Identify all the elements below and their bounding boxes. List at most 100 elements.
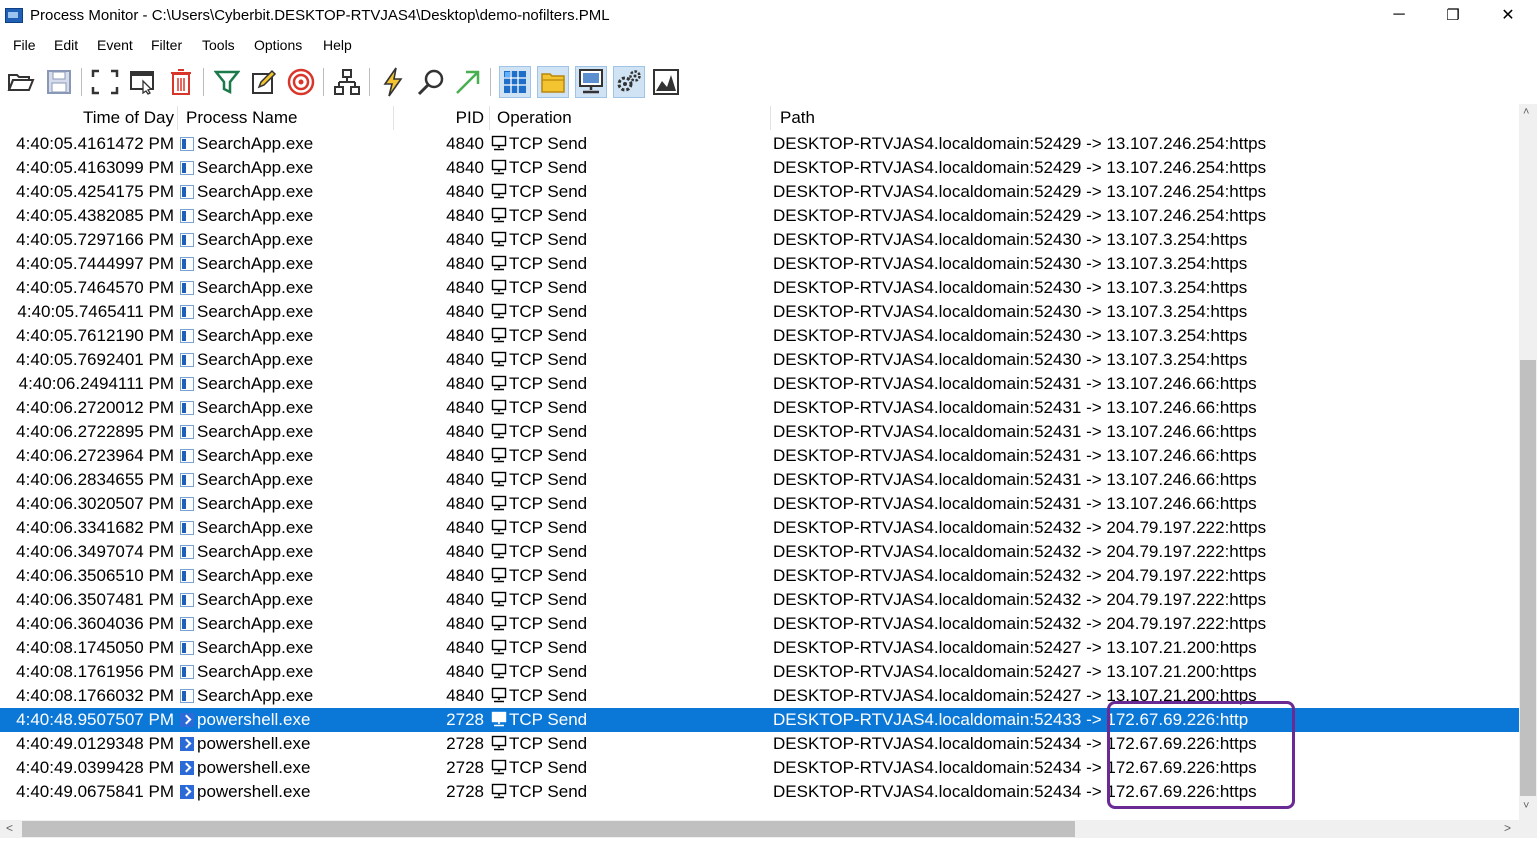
profiling-icon[interactable] [650, 66, 682, 98]
table-row[interactable]: 4:40:08.1745050 PM SearchApp.exe 4840 TCP S… [0, 636, 1519, 660]
table-row[interactable]: 4:40:48.9507507 PM powershell.exe 2728 TCP … [0, 708, 1519, 732]
scroll-left-icon[interactable]: < [6, 821, 13, 835]
process-cell: SearchApp.exe [180, 396, 395, 420]
scroll-right-icon[interactable]: > [1504, 821, 1511, 835]
table-row[interactable]: 4:40:05.7444997 PM SearchApp.exe 4840 TCP S… [0, 252, 1519, 276]
restore-button[interactable]: ❐ [1430, 0, 1476, 30]
find-icon[interactable] [415, 66, 447, 98]
open-icon[interactable] [5, 66, 37, 98]
clear-icon[interactable] [165, 66, 197, 98]
time-cell: 4:40:49.0399428 PM [16, 758, 174, 777]
column-header-row: Time of Day Process Name PID Operation P… [0, 104, 1519, 132]
event-list[interactable]: Time of Day Process Name PID Operation P… [0, 104, 1519, 820]
process-name: powershell.exe [197, 782, 311, 801]
searchapp-icon [180, 329, 194, 343]
jump-to-icon[interactable] [452, 66, 484, 98]
table-row[interactable]: 4:40:06.3506510 PM SearchApp.exe 4840 TCP S… [0, 564, 1519, 588]
operation-cell: TCP Send [491, 516, 771, 540]
capture-icon[interactable] [127, 66, 159, 98]
table-row[interactable]: 4:40:06.3341682 PM SearchApp.exe 4840 TCP S… [0, 516, 1519, 540]
operation-cell: TCP Send [491, 348, 771, 372]
process-name: SearchApp.exe [197, 398, 314, 417]
column-header-pid[interactable]: PID [395, 104, 484, 132]
menu-options[interactable]: Options [254, 37, 302, 53]
table-row[interactable]: 4:40:49.0399428 PM powershell.exe 2728 TCP … [0, 756, 1519, 780]
time-cell: 4:40:06.3604036 PM [16, 614, 174, 633]
network-activity-icon[interactable] [575, 66, 607, 98]
menu-tools[interactable]: Tools [202, 37, 235, 53]
save-icon[interactable] [43, 66, 75, 98]
process-cell: SearchApp.exe [180, 252, 395, 276]
table-row[interactable]: 4:40:06.2722895 PM SearchApp.exe 4840 TCP S… [0, 420, 1519, 444]
table-row[interactable]: 4:40:06.2834655 PM SearchApp.exe 4840 TCP S… [0, 468, 1519, 492]
table-row[interactable]: 4:40:05.7464570 PM SearchApp.exe 4840 TCP S… [0, 276, 1519, 300]
column-header-time[interactable]: Time of Day [4, 104, 174, 132]
column-divider[interactable] [489, 106, 490, 130]
time-cell: 4:40:06.2722895 PM [16, 422, 174, 441]
table-row[interactable]: 4:40:05.4161472 PM SearchApp.exe 4840 TCP S… [0, 132, 1519, 156]
column-header-path[interactable]: Path [780, 104, 815, 132]
table-row[interactable]: 4:40:06.2720012 PM SearchApp.exe 4840 TCP S… [0, 396, 1519, 420]
toolbar-separator [323, 68, 324, 96]
process-cell: SearchApp.exe [180, 324, 395, 348]
table-row[interactable]: 4:40:06.3604036 PM SearchApp.exe 4840 TCP S… [0, 612, 1519, 636]
table-row[interactable]: 4:40:05.7297166 PM SearchApp.exe 4840 TCP S… [0, 228, 1519, 252]
file-activity-icon[interactable] [537, 66, 569, 98]
table-row[interactable]: 4:40:06.2494111 PM SearchApp.exe 4840 TCP S… [0, 372, 1519, 396]
scroll-up-icon[interactable]: ˄ [1523, 106, 1529, 118]
time-cell: 4:40:49.0129348 PM [16, 734, 174, 753]
process-name: SearchApp.exe [197, 470, 314, 489]
horizontal-scrollbar[interactable]: < > [0, 820, 1519, 838]
table-row[interactable]: 4:40:08.1761956 PM SearchApp.exe 4840 TCP S… [0, 660, 1519, 684]
event-properties-icon[interactable] [377, 66, 409, 98]
operation-name: TCP Send [509, 326, 588, 345]
autoscroll-icon[interactable] [89, 66, 121, 98]
vertical-scroll-thumb[interactable] [1520, 360, 1536, 796]
table-row[interactable]: 4:40:05.7612190 PM SearchApp.exe 4840 TCP S… [0, 324, 1519, 348]
operation-cell: TCP Send [491, 732, 771, 756]
path-cell: DESKTOP-RTVJAS4.localdomain:52431 -> 13.… [773, 422, 1257, 441]
scroll-down-icon[interactable]: ˅ [1523, 800, 1529, 812]
horizontal-scroll-thumb[interactable] [22, 821, 1075, 837]
close-button[interactable]: ✕ [1485, 0, 1531, 30]
table-row[interactable]: 4:40:06.2723964 PM SearchApp.exe 4840 TCP S… [0, 444, 1519, 468]
menu-edit[interactable]: Edit [54, 37, 78, 53]
menu-file[interactable]: File [13, 37, 36, 53]
table-row[interactable]: 4:40:06.3497074 PM SearchApp.exe 4840 TCP S… [0, 540, 1519, 564]
column-header-operation[interactable]: Operation [497, 104, 572, 132]
path-cell: DESKTOP-RTVJAS4.localdomain:52434 -> 172… [773, 782, 1257, 801]
operation-cell: TCP Send [491, 492, 771, 516]
table-row[interactable]: 4:40:05.4163099 PM SearchApp.exe 4840 TCP S… [0, 156, 1519, 180]
vertical-scrollbar[interactable]: ˄ ˅ [1519, 104, 1537, 820]
pid-cell: 4840 [446, 326, 484, 345]
target-icon[interactable] [285, 66, 317, 98]
searchapp-icon [180, 257, 194, 271]
filter-icon[interactable] [211, 66, 243, 98]
column-divider[interactable] [177, 106, 178, 130]
table-row[interactable]: 4:40:05.7692401 PM SearchApp.exe 4840 TCP S… [0, 348, 1519, 372]
table-row[interactable]: 4:40:06.3507481 PM SearchApp.exe 4840 TCP S… [0, 588, 1519, 612]
menu-help[interactable]: Help [323, 37, 352, 53]
process-activity-icon[interactable] [613, 66, 645, 98]
column-header-process[interactable]: Process Name [186, 104, 297, 132]
process-name: SearchApp.exe [197, 182, 314, 201]
table-row[interactable]: 4:40:49.0675841 PM powershell.exe 2728 TCP … [0, 780, 1519, 804]
table-row[interactable]: 4:40:49.0129348 PM powershell.exe 2728 TCP … [0, 732, 1519, 756]
table-row[interactable]: 4:40:05.4382085 PM SearchApp.exe 4840 TCP S… [0, 204, 1519, 228]
time-cell: 4:40:06.2720012 PM [16, 398, 174, 417]
highlight-icon[interactable] [248, 66, 280, 98]
table-row[interactable]: 4:40:05.4254175 PM SearchApp.exe 4840 TCP S… [0, 180, 1519, 204]
operation-cell: TCP Send [491, 684, 771, 708]
table-row[interactable]: 4:40:08.1766032 PM SearchApp.exe 4840 TCP S… [0, 684, 1519, 708]
registry-activity-icon[interactable] [499, 66, 531, 98]
process-tree-icon[interactable] [331, 66, 363, 98]
table-row[interactable]: 4:40:05.7465411 PM SearchApp.exe 4840 TCP S… [0, 300, 1519, 324]
minimize-button[interactable]: ─ [1376, 0, 1422, 30]
menu-event[interactable]: Event [97, 37, 133, 53]
column-divider[interactable] [393, 106, 394, 130]
path-cell: DESKTOP-RTVJAS4.localdomain:52432 -> 204… [773, 518, 1267, 537]
column-divider[interactable] [770, 106, 771, 130]
table-row[interactable]: 4:40:06.3020507 PM SearchApp.exe 4840 TCP S… [0, 492, 1519, 516]
menu-filter[interactable]: Filter [151, 37, 182, 53]
searchapp-icon [180, 641, 194, 655]
